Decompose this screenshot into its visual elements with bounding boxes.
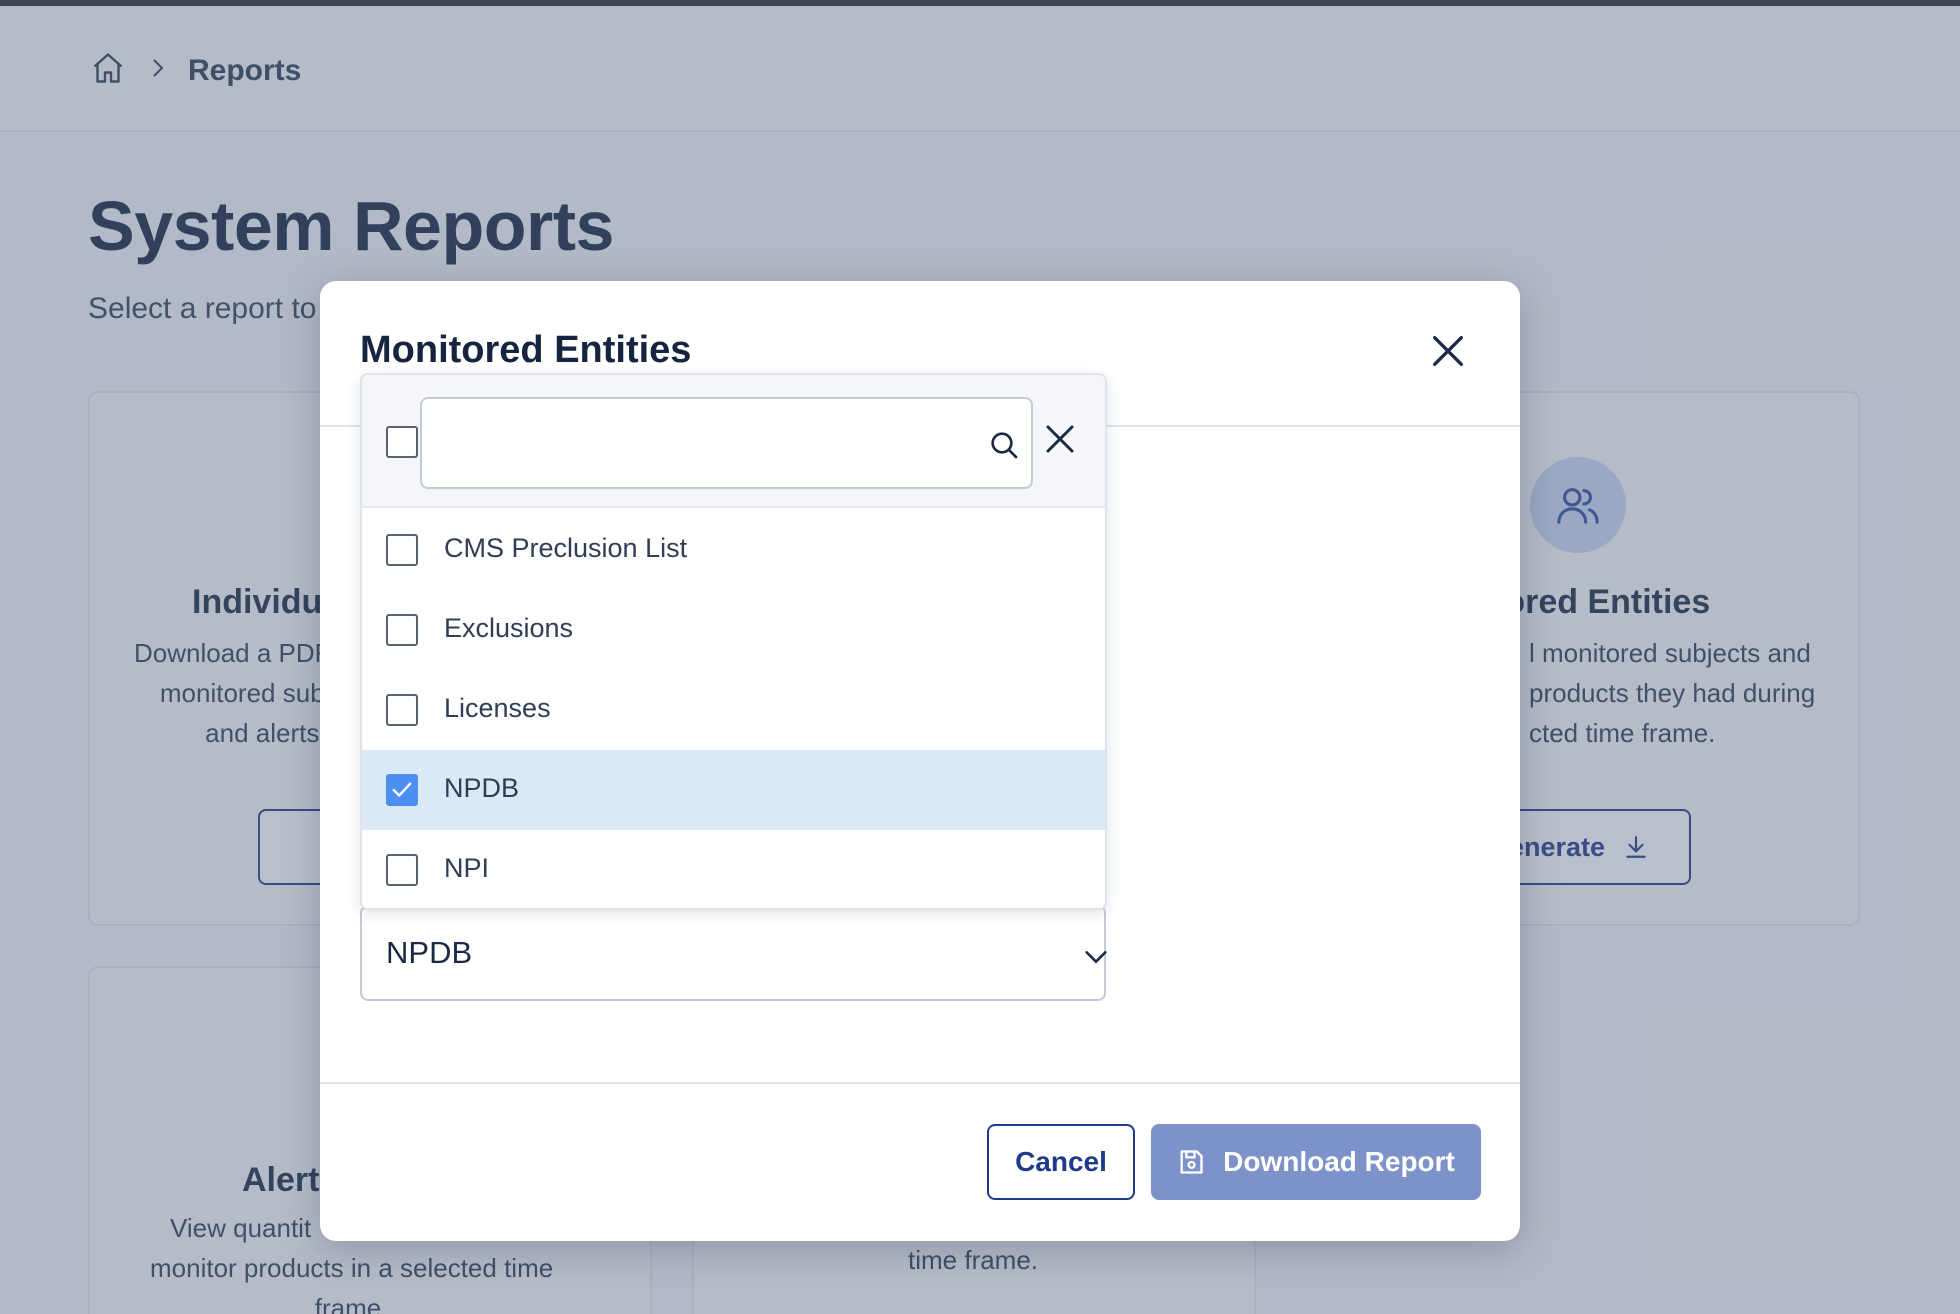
search-input[interactable] xyxy=(438,417,958,469)
select-all-checkbox[interactable] xyxy=(386,426,418,458)
search-icon[interactable] xyxy=(988,429,1020,461)
select-value: NPDB xyxy=(386,935,473,970)
option-checkbox[interactable] xyxy=(386,694,418,726)
option-checkbox[interactable] xyxy=(386,854,418,886)
source-select[interactable]: NPDB xyxy=(360,905,1107,1001)
option-checkbox[interactable] xyxy=(386,534,418,566)
source-dropdown-list: CMS Preclusion List Exclusions Licenses … xyxy=(360,373,1107,910)
option-checkbox[interactable] xyxy=(386,774,418,806)
chevron-down-icon xyxy=(1085,951,1107,964)
option-label: NPDB xyxy=(444,773,520,803)
dropdown-option-licenses[interactable]: Licenses xyxy=(362,670,1105,750)
option-label: Exclusions xyxy=(444,613,574,643)
close-icon[interactable] xyxy=(1428,331,1468,371)
clear-icon[interactable] xyxy=(1042,421,1078,457)
save-icon xyxy=(1180,1150,1203,1174)
option-checkbox[interactable] xyxy=(386,614,418,646)
option-label: NPI xyxy=(444,853,490,883)
option-label: CMS Preclusion List xyxy=(444,533,688,563)
dropdown-option-npi[interactable]: NPI xyxy=(362,830,1105,908)
dropdown-option-npdb[interactable]: NPDB xyxy=(362,750,1105,830)
dropdown-header xyxy=(362,375,1105,508)
dropdown-search xyxy=(420,397,1033,489)
check-icon xyxy=(392,782,412,797)
modal-title: Monitored Entities xyxy=(360,329,692,371)
modal-divider xyxy=(320,1082,1520,1084)
dropdown-option-exclusions[interactable]: Exclusions xyxy=(362,590,1105,670)
download-report-button[interactable]: Download Report xyxy=(1151,1124,1481,1200)
option-label: Licenses xyxy=(444,693,551,723)
cancel-button[interactable]: Cancel xyxy=(987,1124,1135,1200)
download-report-label: Download Report xyxy=(1223,1146,1455,1177)
dropdown-option-cms-preclusion-list[interactable]: CMS Preclusion List xyxy=(362,510,1105,590)
